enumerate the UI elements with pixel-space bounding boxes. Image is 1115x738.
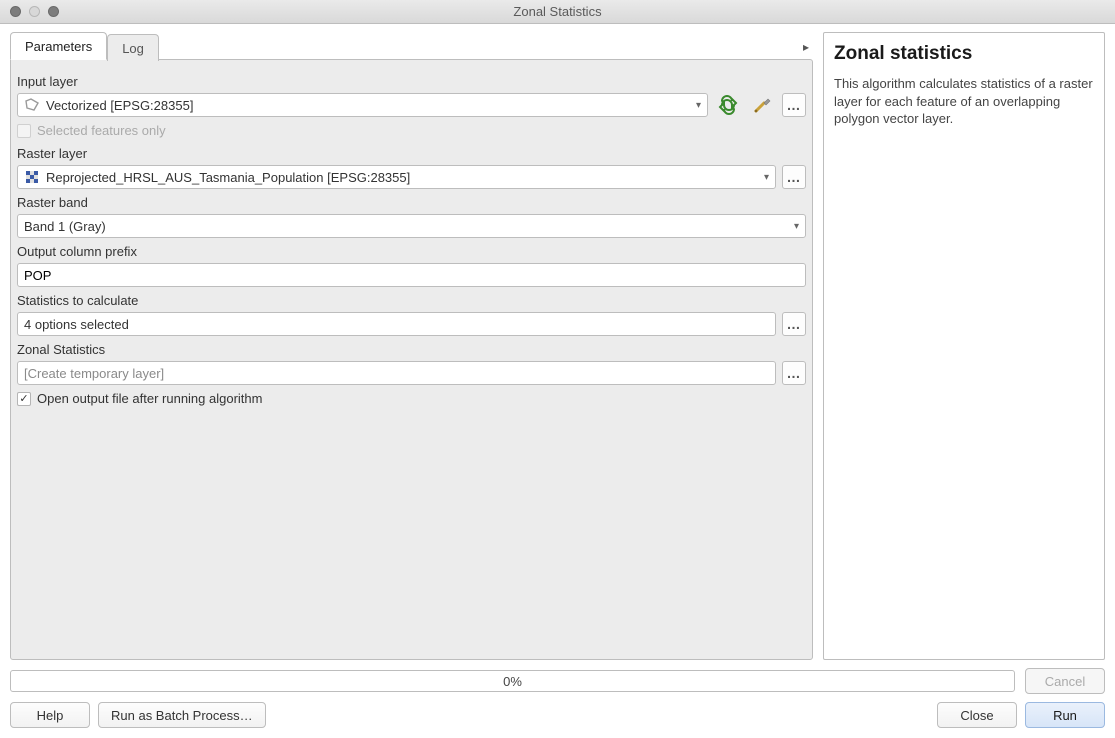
ellipsis-icon: …	[787, 101, 802, 109]
label-raster-band: Raster band	[17, 195, 806, 210]
button-label: Cancel	[1045, 674, 1085, 689]
browse-input-layer-button[interactable]: …	[782, 93, 806, 117]
open-output-checkbox[interactable]: ✓	[17, 392, 31, 406]
close-button[interactable]: Close	[937, 702, 1017, 728]
help-panel: Zonal statistics This algorithm calculat…	[823, 32, 1105, 660]
tab-bar: Parameters Log ▸	[10, 32, 813, 60]
help-button[interactable]: Help	[10, 702, 90, 728]
selected-features-label: Selected features only	[37, 123, 166, 138]
tab-log[interactable]: Log	[107, 34, 159, 61]
chevron-down-icon: ▾	[794, 221, 799, 232]
label-input-layer: Input layer	[17, 74, 806, 89]
button-label: Run as Batch Process…	[111, 708, 253, 723]
window-title: Zonal Statistics	[0, 4, 1115, 19]
zonal-output-input[interactable]: [Create temporary layer]	[17, 361, 776, 385]
progress-bar: 0%	[10, 670, 1015, 692]
progress-text: 0%	[503, 674, 522, 689]
parameters-pane: Input layer Vectorized [EPSG:28355] ▾ …	[10, 59, 813, 660]
run-batch-button[interactable]: Run as Batch Process…	[98, 702, 266, 728]
chevron-down-icon: ▾	[696, 100, 701, 111]
label-output-prefix: Output column prefix	[17, 244, 806, 259]
label-zonal-output: Zonal Statistics	[17, 342, 806, 357]
chevron-down-icon: ▾	[764, 172, 769, 183]
stats-select-button[interactable]: …	[782, 312, 806, 336]
input-layer-combo[interactable]: Vectorized [EPSG:28355] ▾	[17, 93, 708, 117]
input-layer-value: Vectorized [EPSG:28355]	[46, 98, 193, 113]
ellipsis-icon: …	[787, 320, 802, 328]
selected-features-checkbox	[17, 124, 31, 138]
button-label: Close	[960, 708, 993, 723]
run-button[interactable]: Run	[1025, 702, 1105, 728]
tab-label: Parameters	[25, 39, 92, 54]
ellipsis-icon: …	[787, 369, 802, 377]
raster-layer-value: Reprojected_HRSL_AUS_Tasmania_Population…	[46, 170, 410, 185]
help-body: This algorithm calculates statistics of …	[834, 75, 1094, 128]
tab-overflow-icon[interactable]: ▸	[803, 40, 813, 60]
selected-features-only-row: Selected features only	[17, 123, 806, 138]
output-prefix-field[interactable]	[24, 268, 799, 283]
cancel-button: Cancel	[1025, 668, 1105, 694]
advanced-options-button[interactable]	[748, 93, 776, 117]
left-panel: Parameters Log ▸ Input layer Vectorized …	[10, 32, 813, 660]
browse-raster-layer-button[interactable]: …	[782, 165, 806, 189]
label-raster-layer: Raster layer	[17, 146, 806, 161]
button-label: Run	[1053, 708, 1077, 723]
button-label: Help	[37, 708, 64, 723]
open-output-row[interactable]: ✓ Open output file after running algorit…	[17, 391, 806, 406]
ellipsis-icon: …	[787, 173, 802, 181]
output-prefix-input[interactable]	[17, 263, 806, 287]
browse-output-button[interactable]: …	[782, 361, 806, 385]
help-title: Zonal statistics	[834, 43, 1094, 65]
raster-layer-icon	[24, 170, 40, 184]
open-output-label: Open output file after running algorithm	[37, 391, 262, 406]
raster-layer-combo[interactable]: Reprojected_HRSL_AUS_Tasmania_Population…	[17, 165, 776, 189]
stats-to-calc-display[interactable]: 4 options selected	[17, 312, 776, 336]
stats-to-calc-value: 4 options selected	[24, 317, 129, 332]
raster-band-value: Band 1 (Gray)	[24, 219, 106, 234]
titlebar: Zonal Statistics	[0, 0, 1115, 24]
zonal-output-placeholder: [Create temporary layer]	[24, 366, 164, 381]
label-stats-calc: Statistics to calculate	[17, 293, 806, 308]
bottom-bar: 0% Cancel Help Run as Batch Process… Clo…	[0, 660, 1115, 738]
tab-parameters[interactable]: Parameters	[10, 32, 107, 60]
raster-band-combo[interactable]: Band 1 (Gray) ▾	[17, 214, 806, 238]
tab-label: Log	[122, 41, 144, 56]
iterate-features-button[interactable]	[714, 93, 742, 117]
vector-layer-icon	[24, 98, 40, 112]
